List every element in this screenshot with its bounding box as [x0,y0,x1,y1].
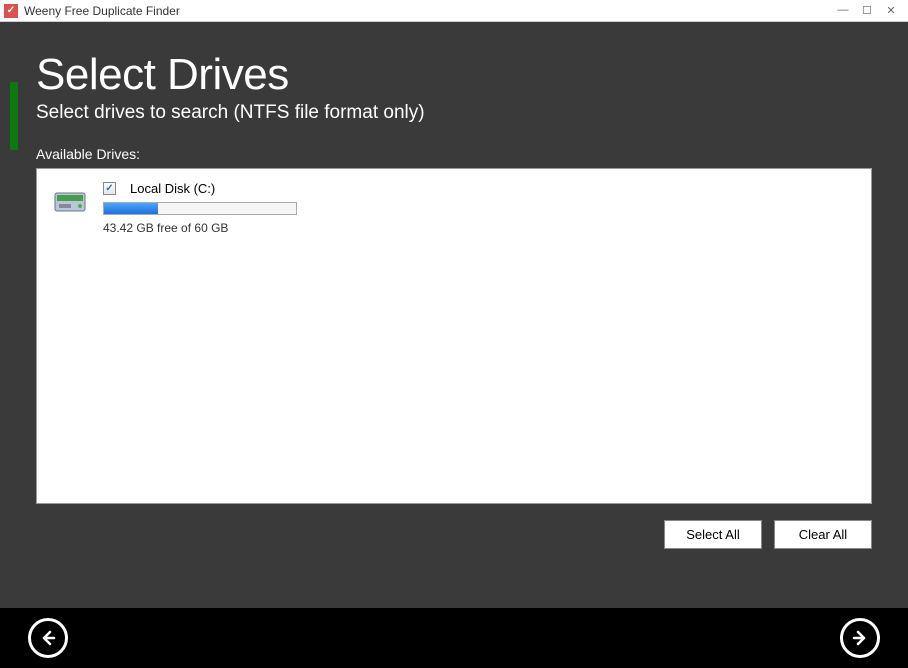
available-drives-label: Available Drives: [36,146,872,162]
drive-row: Local Disk (C:) 43.42 GB free of 60 GB [53,181,855,235]
close-button[interactable]: ✕ [884,4,898,17]
drives-panel: Local Disk (C:) 43.42 GB free of 60 GB [36,168,872,504]
select-all-button[interactable]: Select All [664,520,762,549]
main-body: Select Drives Select drives to search (N… [0,22,908,608]
page-subtitle: Select drives to search (NTFS file forma… [36,102,872,124]
accent-bar [10,82,18,150]
drive-checkbox[interactable] [103,182,116,195]
drive-name: Local Disk (C:) [130,181,215,196]
arrow-right-icon [850,628,870,648]
arrow-left-icon [38,628,58,648]
maximize-button[interactable]: ☐ [860,4,874,17]
hard-drive-icon [53,187,91,219]
button-row: Select All Clear All [36,520,872,549]
window-controls: — ☐ ✕ [836,4,904,17]
app-icon [4,4,18,18]
drive-usage-bar [103,202,297,215]
minimize-button[interactable]: — [836,4,850,17]
next-button[interactable] [840,618,880,658]
titlebar-title: Weeny Free Duplicate Finder [24,4,836,18]
titlebar: Weeny Free Duplicate Finder — ☐ ✕ [0,0,908,22]
drive-usage-fill [104,203,158,214]
drive-details: Local Disk (C:) 43.42 GB free of 60 GB [103,181,297,235]
page-title: Select Drives [36,50,872,100]
back-button[interactable] [28,618,68,658]
bottom-bar [0,608,908,668]
clear-all-button[interactable]: Clear All [774,520,872,549]
drive-header: Local Disk (C:) [103,181,297,196]
drive-space-text: 43.42 GB free of 60 GB [103,221,297,235]
